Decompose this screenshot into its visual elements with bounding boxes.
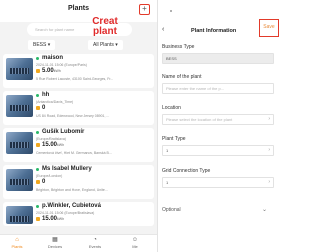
user-icon: ☺ [131,237,139,243]
battery-icon [36,143,40,147]
nav-plants[interactable]: ⌂ Plants [2,237,32,249]
plant-information-screen: ‹ Plant Information Save Business Type B… [157,0,284,252]
form-header: ‹ Plant Information Save [158,0,285,40]
plant-capacity: 0 [42,179,45,185]
plant-capacity: 5.00kWh [42,68,61,74]
plant-capacity-value: 15.00 [42,216,58,222]
field-label: Grid Connection Type [162,168,211,174]
grid-connection-select[interactable]: 1 › [162,177,274,188]
plant-card[interactable]: Ms Isabel Mullery (Europe/London) 0 Brig… [3,165,154,199]
business-type-filter[interactable]: BESS ▾ [28,40,56,50]
location-placeholder: Please select the location of the plant [166,117,233,122]
plant-date: 2024-11-01 15:06 (Europe/Bratislava) [36,211,95,215]
plant-capacity-unit: kWh [57,143,65,147]
plant-status-filter[interactable]: All Plants ▾ [88,40,123,50]
battery-icon [36,180,40,184]
plant-name-input[interactable]: Please enter the name of the p... [162,83,274,94]
plant-type-select[interactable]: 1 › [162,145,274,156]
plant-capacity: 15.00kWh [42,142,64,148]
plant-capacity-unit: kWh [53,69,61,73]
plant-date: (Europe/London) [36,174,63,178]
plant-capacity-value: 15.00 [42,142,58,148]
plant-address: US 84 Road, Edenwood, New Jersey 08901, … [36,114,110,118]
home-icon: ⌂ [15,237,19,243]
location-input[interactable]: Please select the location of the plant › [162,114,274,125]
plant-name: Ms Isabel Mullery [42,166,92,172]
plant-type-value: 1 [166,148,169,153]
nav-label: Devices [47,244,63,249]
battery-icon [36,106,40,110]
plant-address: Brighton, Brighton and Hove, England, Un… [36,188,108,192]
plant-thumbnail [6,58,33,80]
plant-status-filter-label: All Plants [93,42,114,48]
plant-thumbnail [6,132,33,154]
plants-screen: Plants + Search for plant name Creat pla… [0,0,157,252]
business-type-field: Business Type BESS [162,44,274,64]
plant-capacity-value: 0 [42,105,46,111]
bottom-nav: ⌂ Plants ▦ Devices ◔ Events ☺ Me [0,234,157,252]
status-bar-dot [170,10,172,12]
plant-thumbnail [6,95,33,117]
optional-section-toggle[interactable]: Optional [162,207,181,213]
back-icon[interactable]: ‹ [162,26,164,33]
plant-date: (Antarctica/Davis_Time) [36,100,74,104]
plant-card[interactable]: p.Winkler, Cubietová 2024-11-01 15:06 (E… [3,202,154,226]
business-type-filter-label: BESS [33,42,47,48]
plant-list: maison 2024-11-01 15:06 (Europe/Paris) 5… [0,54,157,229]
field-label: Business Type [162,44,195,50]
plant-address: 5 Rue Robert Lacoste, 43100 Saint-George… [36,77,114,81]
plant-card[interactable]: hh (Antarctica/Davis_Time) 0 US 84 Road,… [3,91,154,125]
plant-capacity-value: 0 [42,179,46,185]
page-title: Plant Information [191,28,237,34]
nav-events[interactable]: ◔ Events [80,237,110,249]
plant-capacity: 15.00kWh [42,216,64,222]
field-label: Location [162,105,181,111]
plant-name: maison [42,55,64,61]
nav-label: Plants [11,244,23,249]
plant-thumbnail [6,206,33,224]
battery-icon [36,217,40,221]
chevron-down-icon[interactable]: ⌄ [262,206,267,213]
location-field: Location Please select the location of t… [162,105,274,125]
plant-date: 2024-11-01 15:06 (Europe/Paris) [36,63,87,67]
plant-card[interactable]: Gušík Lubomír (Europe/Bratislava) 15.00k… [3,128,154,162]
page-title: Plants [67,5,89,12]
add-plant-button[interactable]: + [139,4,150,15]
annotation-callout: Creat plant [92,16,118,37]
nav-label: Events [88,244,102,249]
grid-connection-field: Grid Connection Type 1 › [162,168,274,188]
plant-capacity: 0 [42,105,45,111]
chevron-right-icon: › [268,179,270,185]
chevron-right-icon: › [268,116,270,122]
battery-icon [36,69,40,73]
field-label: Plant Type [162,136,186,142]
plant-capacity-value: 5.00 [42,68,54,74]
plant-date: (Europe/Bratislava) [36,137,66,141]
devices-icon: ▦ [52,237,58,243]
status-dot [36,94,39,97]
chevron-right-icon: › [268,147,270,153]
status-dot [36,168,39,171]
events-icon: ◔ [93,237,97,243]
plant-name: Gušík Lubomír [42,129,85,135]
nav-devices[interactable]: ▦ Devices [40,237,70,249]
plant-name: p.Winkler, Cubietová [42,203,101,209]
plant-card[interactable]: maison 2024-11-01 15:06 (Europe/Paris) 5… [3,54,154,88]
filter-row: BESS ▾ All Plants ▾ [0,40,157,52]
plant-address: Cementová čtvrť, Hiet M. Germanov, Bansk… [36,151,112,155]
status-dot [36,131,39,134]
status-dot [36,205,39,208]
plant-thumbnail [6,169,33,191]
nav-label: Me [132,244,138,249]
status-dot [36,57,39,60]
field-label: Name of the plant [162,74,202,80]
plant-type-field: Plant Type 1 › [162,136,274,156]
plant-capacity-unit: kWh [57,217,65,221]
business-type-input[interactable]: BESS [162,53,274,64]
grid-connection-value: 1 [166,180,169,185]
save-button[interactable]: Save [259,19,279,37]
nav-me[interactable]: ☺ Me [120,237,150,249]
plant-name: hh [42,92,50,98]
plant-name-field: Name of the plant Please enter the name … [162,74,274,94]
